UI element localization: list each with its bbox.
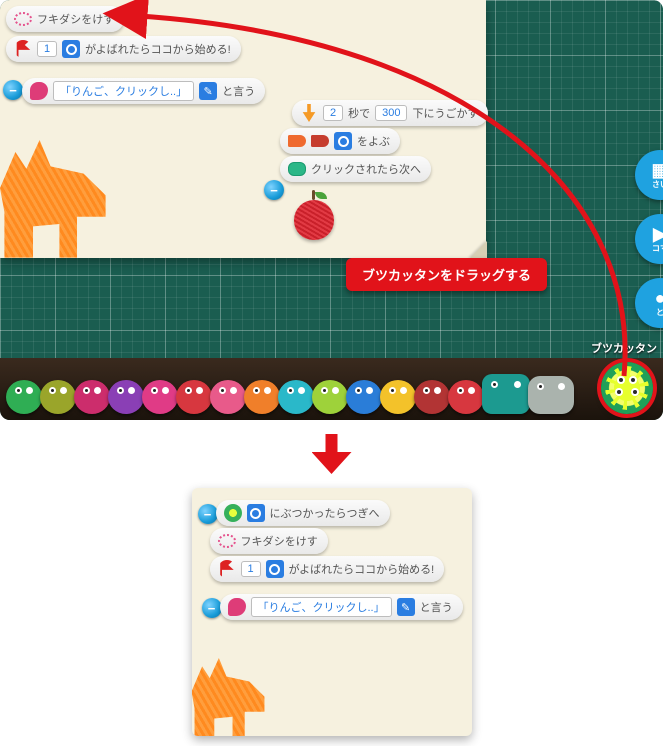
block-on-call[interactable]: 1 がよばれたらココから始める! [6,36,241,62]
creature[interactable] [380,380,416,414]
block-move-down[interactable]: 2 秒で 300 下にうごかす [292,100,488,126]
result-paper: にぶつかったらつぎへ フキダシをけす 1 がよばれたらココから始める! 「りんご… [192,488,472,736]
block-erase-bubble[interactable]: フキダシをけす [6,6,124,32]
play-icon: ▶ [653,225,663,243]
block-label: と言う [222,83,255,99]
creature[interactable] [448,380,484,414]
creature[interactable] [6,380,42,414]
edit-icon[interactable]: ✎ [397,598,415,616]
say-text-input[interactable]: 「りんご、クリックし..」 [251,597,392,617]
creature[interactable] [108,380,144,414]
creature-cube[interactable] [528,376,574,414]
call-number-input[interactable]: 1 [37,41,57,57]
horn-icon [311,135,329,147]
block-label: クリックされたら次へ [311,161,421,177]
collapse-pin[interactable] [198,504,218,524]
dotted-circle-icon [218,534,236,548]
tab-label: コマ [652,243,663,254]
block-label: がよばれたらココから始める! [289,561,435,577]
block-label: がよばれたらココから始める! [85,41,231,57]
grid-icon: ▦ [651,161,663,179]
creature[interactable] [40,380,76,414]
dotted-circle-icon [14,12,32,26]
creature[interactable] [74,380,110,414]
collapse-pin[interactable] [264,180,284,200]
edit-icon[interactable]: ✎ [199,82,217,100]
animal-sprite [0,140,110,260]
block-label: をよぶ [357,133,390,149]
block-label: フキダシをけす [37,11,114,27]
apple-sprite [292,190,336,240]
creature[interactable] [278,380,314,414]
dot-icon: ● [655,289,663,307]
search-icon[interactable] [334,132,352,150]
creature[interactable] [414,380,450,414]
editor-canvas: フキダシをけす 1 がよばれたらココから始める! 「りんご、クリックし..」 ✎… [0,0,663,420]
flag-icon [218,560,236,578]
say-icon [228,598,246,616]
block-on-call[interactable]: 1 がよばれたらココから始める! [210,556,445,582]
creature[interactable] [142,380,178,414]
say-text-input[interactable]: 「りんご、クリックし..」 [53,81,194,101]
star-creature-label: ブツカッタン [591,340,657,356]
search-icon[interactable] [62,40,80,58]
search-icon[interactable] [247,504,265,522]
amount-input[interactable]: 300 [375,105,407,121]
creature-shelf [0,358,663,420]
step-arrow-down-icon [312,434,352,474]
block-collide-next[interactable]: にぶつかったらつぎへ [216,500,390,526]
label: 下にうごかす [412,105,478,121]
block-click-next[interactable]: クリックされたら次へ [280,156,431,182]
arrow-down-icon [300,104,318,122]
seconds-input[interactable]: 2 [323,105,343,121]
animal-sprite [192,658,268,736]
creature-cube[interactable] [482,374,530,414]
flag-icon [14,40,32,58]
say-icon [30,82,48,100]
collapse-pin[interactable] [202,598,222,618]
block-say[interactable]: 「りんご、クリックし..」 ✎ と言う [22,78,265,104]
star-creature[interactable] [601,362,653,414]
creature[interactable] [346,380,382,414]
creature[interactable] [312,380,348,414]
annotation-callout: ブツカッタンをドラッグする [346,258,547,291]
block-say[interactable]: 「りんご、クリックし..」 ✎ と言う [220,594,463,620]
horn-icon [288,135,306,147]
block-label: にぶつかったらつぎへ [270,505,380,521]
creature[interactable] [176,380,212,414]
block-call[interactable]: をよぶ [280,128,400,154]
call-number-input[interactable]: 1 [241,561,261,577]
label: 秒で [348,105,370,121]
collapse-pin[interactable] [3,80,23,100]
speech-icon [288,162,306,176]
star-bug-icon [224,504,242,522]
block-erase-bubble[interactable]: フキダシをけす [210,528,328,554]
creature[interactable] [244,380,280,414]
search-icon[interactable] [266,560,284,578]
block-label: フキダシをけす [241,533,318,549]
tab-label: さい [652,179,663,190]
tab-label: と [656,307,663,318]
creature[interactable] [210,380,246,414]
block-label: と言う [420,599,453,615]
